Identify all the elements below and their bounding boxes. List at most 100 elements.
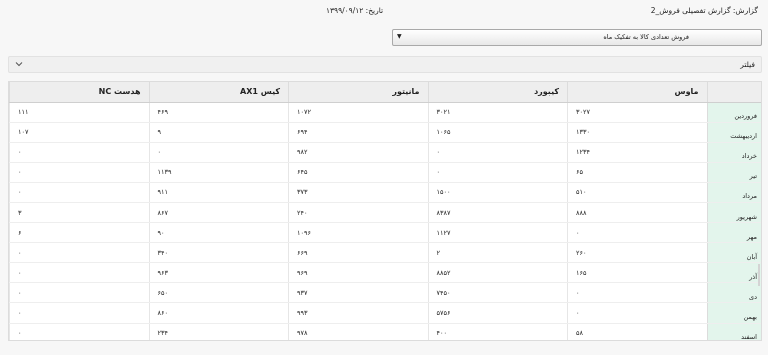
- table-cell: ۹: [148, 122, 289, 143]
- table-cell: ۹۷۸: [288, 323, 428, 340]
- table-cell: ۸۶۷: [148, 202, 289, 224]
- table-cell: ۳۷۳: [288, 182, 428, 203]
- table-cell: ۶۴۵: [288, 162, 428, 183]
- table-row: خرداد ۱۲۳۴ ۰ ۹۸۲ ۰ ۰: [9, 142, 761, 163]
- table-cell: ۶۵: [567, 162, 707, 183]
- table-cell: ۰: [567, 282, 707, 304]
- column-header[interactable]: مانیتور: [288, 82, 428, 103]
- table-row: دی ۰ ۷۴۵۰ ۹۳۷ ۶۵۰ ۰: [9, 282, 761, 304]
- table-cell: ۱۰۷۲: [288, 102, 428, 123]
- table-cell: ۰: [427, 142, 568, 163]
- table-cell: ۶۶۹: [288, 242, 428, 264]
- month-cell: شهریور: [706, 202, 761, 224]
- table-cell: ۱۵۰۰: [427, 182, 568, 203]
- table-cell: ۱۰۹۶: [288, 222, 428, 244]
- column-header[interactable]: ماوس: [567, 82, 707, 103]
- table-cell: ۰: [9, 282, 149, 304]
- table-cell: ۱۳۳۰: [567, 122, 707, 143]
- table-cell: ۸۸۸: [567, 202, 707, 224]
- table-cell: ۵۱۰: [567, 182, 707, 203]
- table-cell: ۵۸: [567, 323, 707, 340]
- table-cell: ۱۰۷: [9, 122, 149, 143]
- table-cell: ۹۹۳: [288, 302, 428, 324]
- table-cell: ۰: [148, 142, 289, 163]
- table-cell: ۶: [9, 222, 149, 244]
- month-cell: فروردین: [706, 102, 761, 123]
- table-cell: ۱۱۳۹: [148, 162, 289, 183]
- report-title: گزارش: گزارش تفصیلی فروش_2: [650, 6, 758, 15]
- scroll-indicator[interactable]: [758, 264, 760, 286]
- table-cell: ۸۳۸۷: [427, 202, 568, 224]
- table-cell: ۰: [9, 142, 149, 163]
- table-cell: ۶۵۰: [148, 282, 289, 304]
- month-cell: اردیبهشت: [706, 122, 761, 143]
- table-row: آذر ۱۶۵ ۸۸۵۲ ۹۶۹ ۹۶۳ ۰: [9, 262, 761, 284]
- table-cell: ۳۰۲۱: [427, 102, 568, 123]
- sales-table-container: ماوس کیبورد مانیتور کیس AX1 هدست NC فرور…: [8, 81, 762, 341]
- table-row: اردیبهشت ۱۳۳۰ ۱۰۶۵ ۶۹۴ ۹ ۱۰۷: [9, 122, 761, 143]
- table-cell: ۹۸۲: [288, 142, 428, 163]
- table-cell: ۵۷۵۶: [427, 302, 568, 324]
- table-cell: ۸۶۰: [148, 302, 289, 324]
- table-cell: ۹۶۹: [288, 262, 428, 284]
- sales-table: ماوس کیبورد مانیتور کیس AX1 هدست NC فرور…: [9, 82, 761, 340]
- table-cell: ۱۱۱: [9, 102, 149, 123]
- filter-toggle[interactable]: فیلتر: [8, 56, 762, 73]
- month-cell: تیر: [706, 162, 761, 183]
- table-cell: ۰: [9, 162, 149, 183]
- table-cell: ۰: [9, 262, 149, 284]
- table-row: مرداد ۵۱۰ ۱۵۰۰ ۳۷۳ ۹۱۱ ۰: [9, 182, 761, 203]
- month-cell: مهر: [706, 222, 761, 244]
- table-row: بهمن ۰ ۵۷۵۶ ۹۹۳ ۸۶۰ ۰: [9, 302, 761, 324]
- table-row: آبان ۲۶۰ ۲ ۶۶۹ ۳۴۰ ۰: [9, 242, 761, 264]
- table-cell: ۲: [427, 242, 568, 264]
- table-cell: ۹۶۳: [148, 262, 289, 284]
- table-cell: ۴۰۰: [427, 323, 568, 340]
- column-header[interactable]: هدست NC: [9, 82, 149, 103]
- table-cell: ۱۱۲۷: [427, 222, 568, 244]
- table-cell: ۰: [9, 302, 149, 324]
- table-cell: ۹۱۱: [148, 182, 289, 203]
- table-cell: ۷۴۵۰: [427, 282, 568, 304]
- caret-down-icon: ▼: [397, 33, 402, 40]
- table-cell: ۰: [9, 182, 149, 203]
- table-cell: ۳۴۰: [148, 242, 289, 264]
- table-cell: ۰: [567, 222, 707, 244]
- chevron-down-icon: [15, 62, 23, 67]
- table-cell: ۰: [567, 302, 707, 324]
- table-cell: ۳: [9, 202, 149, 224]
- report-type-select[interactable]: فروش تعدادی کالا به تفکیک ماه ▼: [392, 29, 762, 46]
- table-cell: ۳۰۲۷: [567, 102, 707, 123]
- month-cell: آبان: [706, 242, 761, 264]
- month-cell: خرداد: [706, 142, 761, 163]
- filter-label: فیلتر: [740, 60, 755, 69]
- column-header[interactable]: کیس AX1: [148, 82, 289, 103]
- table-cell: ۱۰۶۵: [427, 122, 568, 143]
- table-cell: ۶۹۴: [288, 122, 428, 143]
- month-column-header: [706, 82, 761, 103]
- table-cell: ۸۸۵۲: [427, 262, 568, 284]
- table-cell: ۲۴۰: [288, 202, 428, 224]
- table-header-row: ماوس کیبورد مانیتور کیس AX1 هدست NC: [9, 82, 761, 103]
- table-cell: ۱۲۳۴: [567, 142, 707, 163]
- table-cell: ۰: [427, 162, 568, 183]
- month-cell: اسفند: [706, 323, 761, 340]
- table-cell: ۰: [9, 323, 149, 340]
- month-cell: مرداد: [706, 182, 761, 203]
- table-row: مهر ۰ ۱۱۲۷ ۱۰۹۶ ۹۰ ۶: [9, 222, 761, 244]
- report-header: گزارش: گزارش تفصیلی فروش_2 تاریخ: ۱۳۹۹/۰…: [0, 0, 768, 22]
- report-date: تاریخ: ۱۳۹۹/۰۹/۱۲: [326, 6, 384, 15]
- table-cell: ۰: [9, 242, 149, 264]
- table-cell: ۹۰: [148, 222, 289, 244]
- month-cell: دی: [706, 282, 761, 304]
- month-cell: بهمن: [706, 302, 761, 324]
- table-cell: ۱۶۵: [567, 262, 707, 284]
- table-row: شهریور ۸۸۸ ۸۳۸۷ ۲۴۰ ۸۶۷ ۳: [9, 202, 761, 224]
- table-row: اسفند ۵۸ ۴۰۰ ۹۷۸ ۲۳۴ ۰: [9, 323, 761, 340]
- column-header[interactable]: کیبورد: [427, 82, 568, 103]
- table-cell: ۲۶۰: [567, 242, 707, 264]
- table-cell: ۲۳۴: [148, 323, 289, 340]
- table-cell: ۴۶۹: [148, 102, 289, 123]
- table-row: فروردین ۳۰۲۷ ۳۰۲۱ ۱۰۷۲ ۴۶۹ ۱۱۱: [9, 102, 761, 123]
- report-type-select-value: فروش تعدادی کالا به تفکیک ماه: [603, 33, 689, 41]
